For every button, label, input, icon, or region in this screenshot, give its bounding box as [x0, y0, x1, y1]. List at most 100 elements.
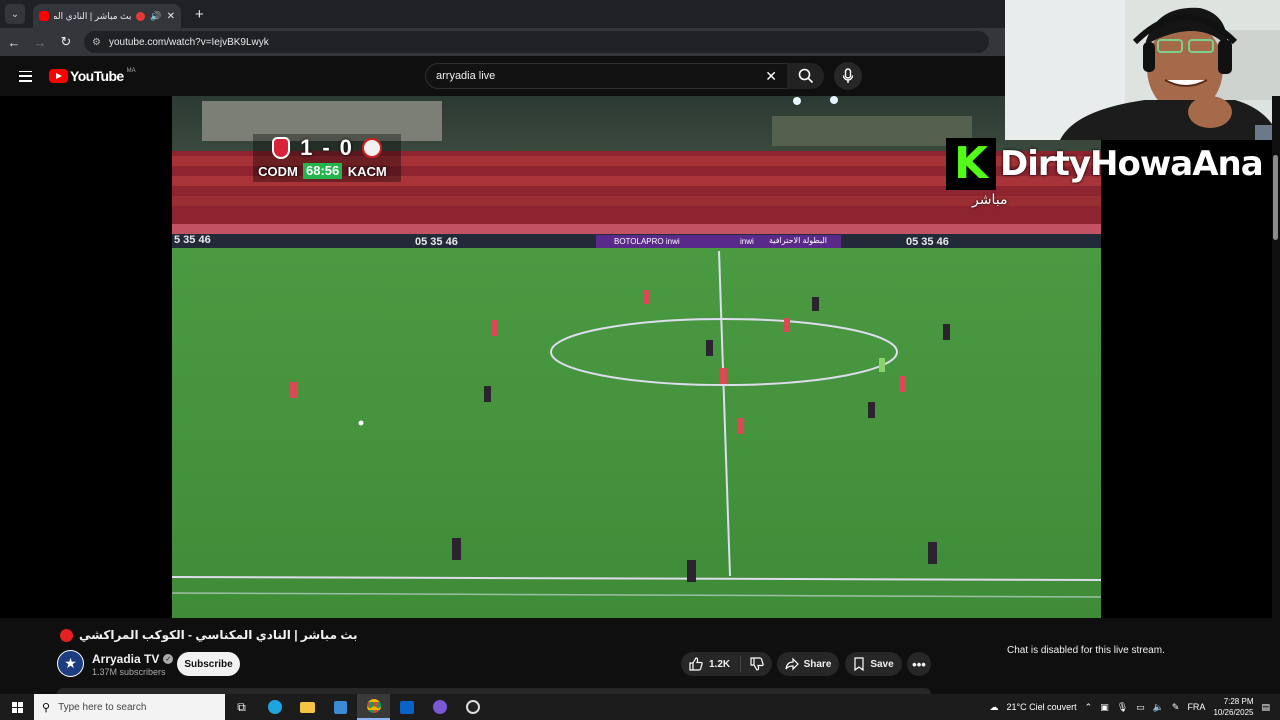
channel-avatar[interactable]: ★ — [57, 650, 84, 677]
edge-icon[interactable] — [258, 694, 291, 720]
youtube-logo[interactable]: YouTube MA — [49, 68, 136, 84]
kick-letter: K — [953, 138, 989, 189]
url-text: youtube.com/watch?v=IejvBK9Lwyk — [108, 36, 269, 48]
back-button[interactable]: ← — [2, 35, 26, 50]
clock-date: 10/26/2025 — [1213, 708, 1254, 717]
board-time-left: 5 35 46 — [174, 234, 211, 246]
browser-tab-active[interactable]: بث مباشر | النادي المكناسي - الكوكب المر… — [33, 4, 181, 28]
windows-taskbar: ⚲ Type here to search ⧉ ☁ 21°C Ciel couv… — [0, 694, 1280, 720]
taskbar-clock[interactable]: 7:28 PM 10/26/2025 — [1213, 696, 1253, 718]
like-count: 1.2K — [709, 658, 731, 670]
search-input[interactable]: arryadia live ✕ — [425, 63, 788, 89]
channel-name: Arryadia TV — [92, 652, 160, 666]
browser-tabstrip: ⌄ بث مباشر | النادي المكناسي - الكوكب ال… — [0, 0, 1005, 28]
away-team: KACM — [347, 163, 387, 179]
region-code: MA — [126, 68, 136, 74]
menu-icon[interactable] — [19, 70, 32, 82]
notifications-icon[interactable]: ▤ — [1261, 702, 1270, 713]
address-bar[interactable]: ⚙ youtube.com/watch?v=IejvBK9Lwyk — [84, 31, 989, 53]
voice-search-button[interactable] — [834, 62, 862, 90]
search-icon — [798, 68, 813, 84]
pen-icon[interactable]: ✎ — [1172, 702, 1180, 713]
like-button[interactable]: 1.2K — [681, 656, 741, 672]
site-info-icon[interactable]: ⚙ — [92, 37, 101, 48]
taskbar-search-icon: ⚲ — [42, 701, 51, 714]
share-label: Share — [803, 658, 832, 670]
video-title-row: بث مباشر | النادي المكناسي - الكوكب المر… — [60, 628, 358, 642]
clock-time: 7:28 PM — [1223, 697, 1254, 706]
streamer-name-area: DirtyHowaAna — [998, 140, 1280, 188]
chrome-icon[interactable] — [357, 694, 390, 720]
file-explorer-icon[interactable] — [291, 694, 324, 720]
subscribe-button[interactable]: Subscribe — [177, 652, 240, 676]
save-button[interactable]: Save — [845, 652, 902, 676]
search-value: arryadia live — [436, 70, 496, 82]
screen: ⌄ بث مباشر | النادي المكناسي - الكوكب ال… — [0, 0, 1280, 720]
scoreboard: 1 - 0 CODM 68:56 KACM — [253, 134, 401, 182]
microphone-icon — [842, 68, 854, 83]
language-indicator[interactable]: FRA — [1187, 702, 1205, 712]
bookmark-icon — [854, 657, 864, 671]
task-view-icon[interactable]: ⧉ — [225, 694, 258, 720]
taskbar-search-placeholder: Type here to search — [58, 701, 147, 713]
app-icon-purple[interactable] — [423, 694, 456, 720]
home-team: CODM — [258, 163, 298, 179]
clear-search-icon[interactable]: ✕ — [765, 68, 777, 85]
show-hidden-icons-icon[interactable]: ⌃ — [1085, 702, 1093, 713]
verified-icon: ✓ — [163, 654, 174, 664]
tab-search-button[interactable]: ⌄ — [5, 4, 25, 24]
more-actions-button[interactable]: ••• — [907, 652, 931, 676]
video-details: بث مباشر | النادي المكناسي - الكوكب المر… — [0, 618, 1272, 694]
score-separator: - — [322, 135, 330, 160]
share-icon — [784, 657, 799, 671]
tray-mic-icon[interactable]: 🎙 — [1117, 702, 1128, 713]
volume-icon[interactable]: 🔈 — [1153, 702, 1164, 713]
live-icon — [60, 628, 73, 642]
match-clock: 68:56 — [303, 163, 343, 179]
search-button[interactable] — [787, 63, 824, 89]
start-button[interactable] — [0, 701, 34, 713]
more-icon: ••• — [912, 656, 926, 672]
outlook-icon[interactable] — [390, 694, 423, 720]
like-dislike-group: 1.2K — [681, 652, 772, 676]
board-time-2: 05 35 46 — [906, 236, 949, 248]
streamer-camera — [1005, 0, 1280, 140]
board-league: البطولة الاحترافية — [769, 236, 828, 245]
away-crest-icon — [361, 138, 382, 158]
thumbs-up-icon — [689, 657, 703, 671]
away-score: 0 — [339, 135, 352, 160]
browser-toolbar: ← → ↻ ⚙ youtube.com/watch?v=IejvBK9Lwyk — [0, 28, 1005, 56]
board-sponsor: BOTOLAPRO inwi — [614, 237, 680, 246]
recording-icon — [136, 11, 146, 21]
reload-button[interactable]: ↻ — [54, 34, 78, 50]
youtube-logo-text: YouTube — [70, 68, 124, 84]
channel-name-row[interactable]: Arryadia TV ✓ — [92, 652, 174, 666]
home-crest-icon — [272, 137, 291, 159]
chat-disabled-notice: Chat is disabled for this live stream. — [1007, 645, 1165, 656]
taskbar-search[interactable]: ⚲ Type here to search — [34, 694, 225, 720]
save-label: Save — [870, 658, 894, 670]
store-icon[interactable] — [324, 694, 357, 720]
streamer-name: DirtyHowaAna — [1000, 144, 1264, 184]
forward-button[interactable]: → — [28, 35, 52, 50]
weather-icon[interactable]: ☁ — [990, 702, 999, 713]
new-tab-button[interactable]: + — [195, 6, 204, 23]
scrollbar-thumb[interactable] — [1273, 155, 1278, 240]
network-icon[interactable]: ▭ — [1136, 702, 1145, 713]
dislike-button[interactable] — [741, 657, 772, 671]
tab-title: بث مباشر | النادي المكناسي - الكوكب المر… — [54, 10, 132, 21]
obs-icon[interactable] — [456, 694, 489, 720]
system-tray: ☁ 21°C Ciel couvert ⌃ ▣ 🎙 ▭ 🔈 ✎ FRA 7:28… — [990, 694, 1280, 720]
tray-app-icon[interactable]: ▣ — [1100, 702, 1109, 713]
windows-logo-icon — [11, 701, 23, 713]
youtube-play-icon — [49, 69, 68, 83]
thumbs-down-icon — [749, 657, 764, 671]
kick-logo: K — [946, 138, 996, 190]
tab-audio-icon[interactable]: 🔊 — [150, 11, 161, 22]
youtube-header: YouTube MA arryadia live ✕ — [0, 56, 1005, 96]
weather-text[interactable]: 21°C Ciel couvert — [1007, 702, 1077, 712]
board-sponsor-2: inwi — [740, 237, 754, 246]
live-label: مباشر — [972, 191, 1008, 207]
share-button[interactable]: Share — [777, 652, 839, 676]
tab-close-icon[interactable]: ✕ — [167, 11, 175, 22]
